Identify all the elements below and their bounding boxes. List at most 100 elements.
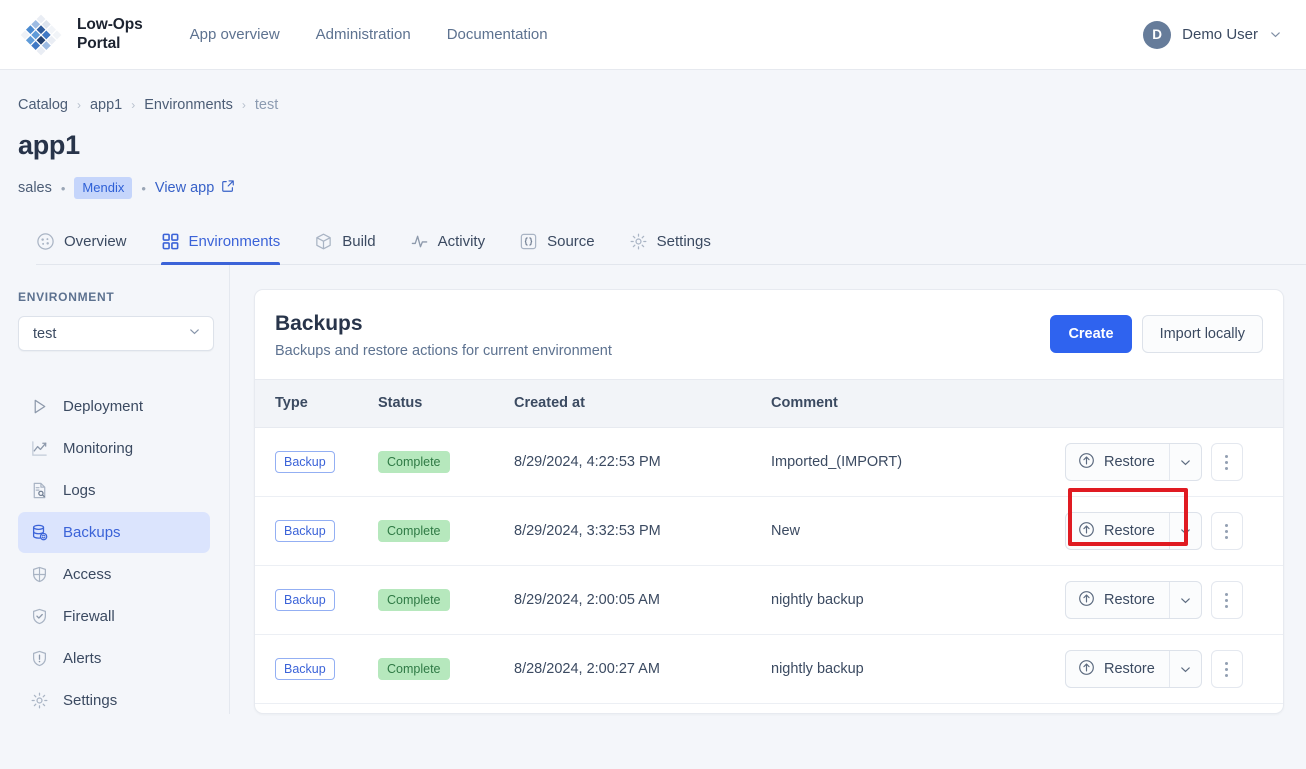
shield-alert-icon [30, 649, 49, 668]
cell-comment: New [771, 496, 1065, 566]
chevron-down-icon [1180, 528, 1190, 534]
tab-overview[interactable]: Overview [36, 232, 144, 264]
cell-actions: Restore [1065, 565, 1283, 635]
restore-button[interactable]: Restore [1066, 582, 1169, 618]
chart-line-icon [30, 439, 49, 458]
restore-button[interactable]: Restore [1066, 651, 1169, 687]
row-more-menu-button[interactable] [1210, 581, 1243, 619]
cell-type: Backup [255, 427, 378, 497]
column-header-actions [1065, 379, 1283, 428]
tab-label: Activity [437, 233, 486, 250]
cell-actions: Restore [1065, 427, 1283, 497]
backups-table-head: Type Status Created at Comment [255, 379, 1283, 428]
status-badge: Complete [378, 589, 450, 611]
sidebar-item-settings[interactable]: Settings [18, 680, 210, 721]
user-menu[interactable]: D Demo User [1143, 20, 1282, 49]
breadcrumb-item-app1[interactable]: app1 [90, 97, 122, 113]
tab-environments[interactable]: Environments [160, 232, 298, 265]
nav-link-administration[interactable]: Administration [316, 26, 411, 43]
sidebar-item-label: Alerts [63, 650, 102, 667]
breadcrumb-item-catalog[interactable]: Catalog [18, 97, 68, 113]
restore-dropdown-toggle[interactable] [1168, 444, 1201, 480]
sidebar-item-access[interactable]: Access [18, 554, 210, 595]
table-header-row: Type Status Created at Comment [255, 379, 1283, 428]
tab-label: Overview [64, 233, 127, 250]
sidebar-item-logs[interactable]: Logs [18, 470, 210, 511]
cell-type: Backup [255, 496, 378, 566]
table-row: Backup Complete 8/29/2024, 2:00:05 AM ni… [255, 565, 1283, 635]
restore-label: Restore [1104, 523, 1155, 539]
primary-nav-links: App overview Administration Documentatio… [190, 26, 548, 43]
sidebar-item-backups[interactable]: Backups [18, 512, 210, 553]
table-row: Backup Complete 8/28/2024, 2:00:27 AM ni… [255, 634, 1283, 704]
kebab-menu-icon [1225, 523, 1229, 539]
cell-created-at: 8/29/2024, 2:00:05 AM [514, 565, 771, 635]
restore-button[interactable]: Restore [1066, 513, 1169, 549]
row-more-menu-button[interactable] [1210, 650, 1243, 688]
restore-label: Restore [1104, 592, 1155, 608]
environment-select[interactable]: test [18, 316, 214, 351]
row-more-menu-button[interactable] [1210, 512, 1243, 550]
environment-select-value: test [33, 325, 57, 342]
nav-link-documentation[interactable]: Documentation [447, 26, 548, 43]
brand-name: Low-Ops Portal [77, 16, 143, 52]
tab-label: Source [547, 233, 595, 250]
brand[interactable]: Low-Ops Portal [18, 12, 143, 58]
chevron-down-icon [1180, 666, 1190, 672]
meta-dot-separator: • [141, 180, 146, 196]
breadcrumb-separator-icon: › [241, 98, 246, 112]
cell-type: Backup [255, 634, 378, 704]
tab-activity[interactable]: Activity [410, 232, 503, 264]
restore-dropdown-toggle[interactable] [1168, 513, 1201, 549]
gear-icon [30, 691, 49, 710]
cell-comment: Imported_(IMPORT) [771, 427, 1065, 497]
gear-icon [629, 232, 648, 251]
restore-dropdown-toggle[interactable] [1168, 582, 1201, 618]
cell-type: Backup [255, 565, 378, 635]
type-badge: Backup [275, 589, 335, 611]
import-locally-button[interactable]: Import locally [1141, 315, 1263, 353]
row-more-menu-button[interactable] [1210, 443, 1243, 481]
cell-actions: Restore [1065, 634, 1283, 704]
chevron-down-icon [1180, 459, 1190, 465]
tab-build[interactable]: Build [314, 232, 392, 264]
backups-table-body: Backup Complete 8/29/2024, 4:22:53 PM Im… [255, 427, 1283, 704]
breadcrumb-item-test[interactable]: test [255, 97, 278, 113]
status-badge: Complete [378, 451, 450, 473]
database-sync-icon [30, 523, 49, 542]
braces-icon [519, 232, 538, 251]
avatar: D [1143, 20, 1172, 49]
row-actions: Restore [1065, 581, 1283, 619]
cell-created-at: 8/29/2024, 3:32:53 PM [514, 496, 771, 566]
sidebar-item-firewall[interactable]: Firewall [18, 596, 210, 637]
cell-status: Complete [378, 496, 514, 566]
sidebar-item-monitoring[interactable]: Monitoring [18, 428, 210, 469]
app-team-label: sales [18, 180, 52, 196]
cell-status: Complete [378, 634, 514, 704]
row-actions: Restore [1065, 443, 1283, 481]
breadcrumb-item-environments[interactable]: Environments [144, 97, 233, 113]
cell-status: Complete [378, 565, 514, 635]
backups-card-actions: Create Import locally [1050, 312, 1263, 353]
top-navigation-bar: Low-Ops Portal App overview Administrati… [0, 0, 1306, 70]
table-row: Backup Complete 8/29/2024, 4:22:53 PM Im… [255, 427, 1283, 497]
breadcrumb-separator-icon: › [76, 98, 81, 112]
restore-button[interactable]: Restore [1066, 444, 1169, 480]
shield-check-icon [30, 607, 49, 626]
cell-created-at: 8/29/2024, 4:22:53 PM [514, 427, 771, 497]
upload-circle-icon [1078, 521, 1095, 542]
view-app-link[interactable]: View app [155, 179, 235, 197]
chevron-down-icon [1269, 28, 1282, 41]
sidebar-item-deployment[interactable]: Deployment [18, 386, 210, 427]
backups-card-header: Backups Backups and restore actions for … [255, 290, 1283, 379]
restore-dropdown-toggle[interactable] [1168, 651, 1201, 687]
tab-settings[interactable]: Settings [629, 232, 728, 264]
chevron-down-icon [1180, 597, 1190, 603]
sidebar-item-alerts[interactable]: Alerts [18, 638, 210, 679]
shield-grid-icon [30, 565, 49, 584]
tab-source[interactable]: Source [519, 232, 612, 264]
create-button[interactable]: Create [1050, 315, 1132, 353]
row-actions: Restore [1065, 512, 1283, 550]
nav-link-app-overview[interactable]: App overview [190, 26, 280, 43]
backups-table: Type Status Created at Comment Backup Co… [255, 379, 1283, 704]
